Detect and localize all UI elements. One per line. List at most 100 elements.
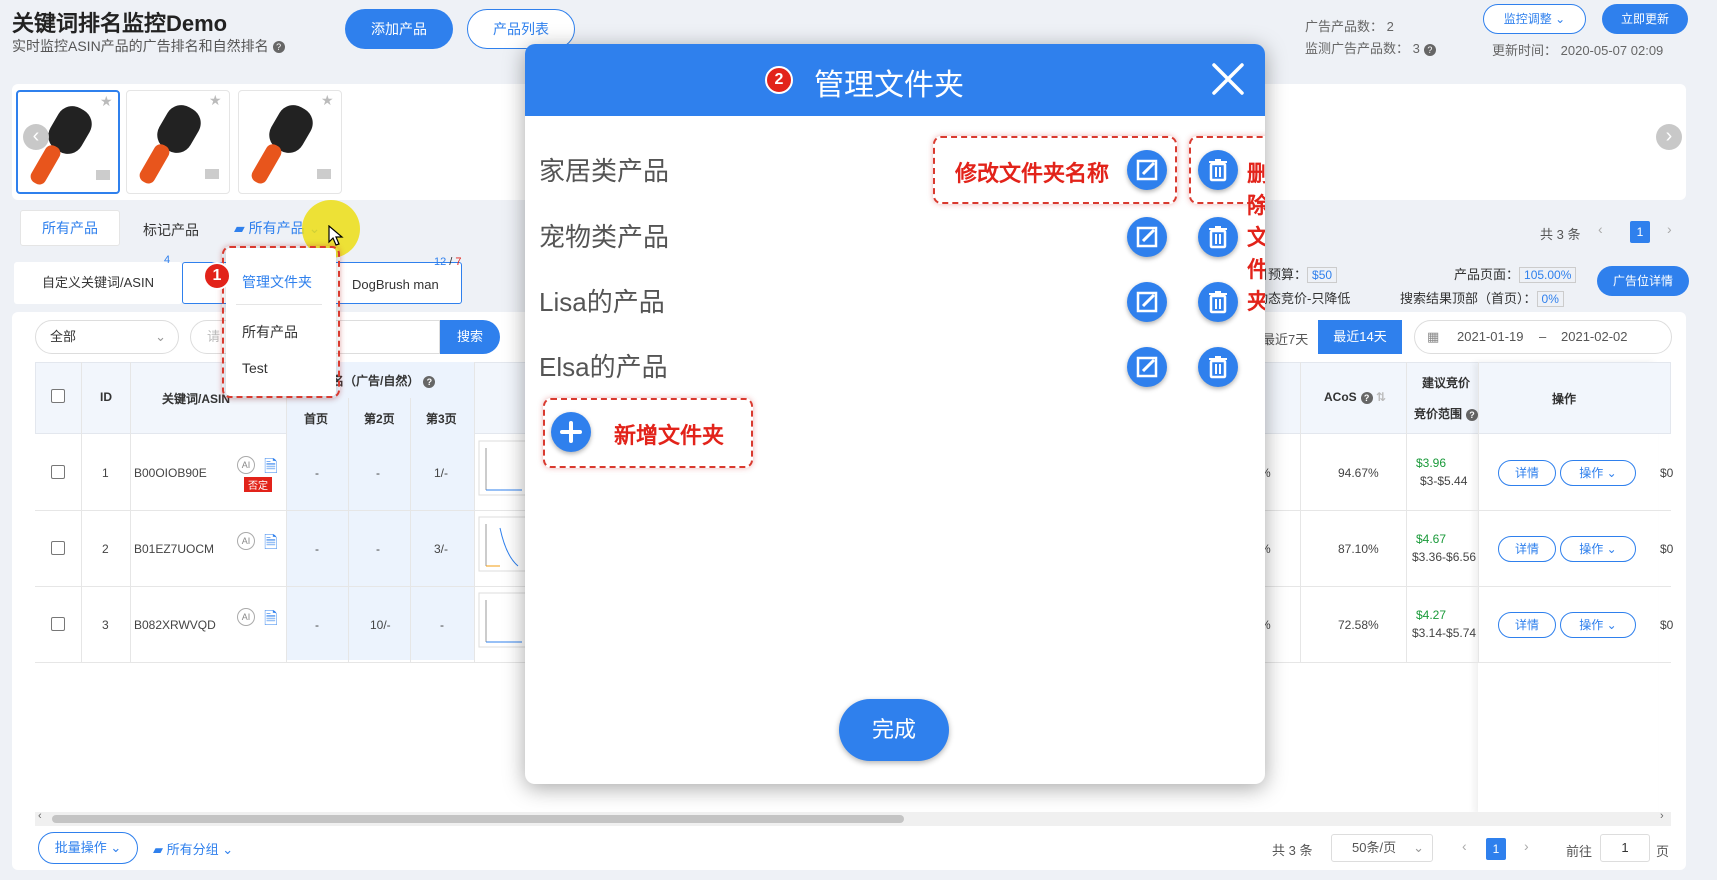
trend-sparkline: [478, 516, 528, 572]
scroll-right-icon[interactable]: ›: [1660, 810, 1664, 822]
scroll-left-icon[interactable]: ‹: [38, 810, 42, 822]
per-page-select[interactable]: 50条/页 ⌄: [1331, 834, 1433, 862]
page-suffix: 页: [1656, 844, 1670, 859]
tab-marked-products[interactable]: 标记产品: [143, 220, 199, 240]
page-next-icon[interactable]: ›: [1667, 221, 1672, 237]
row-rank-p2: -: [376, 466, 380, 480]
row-acos: 72.58%: [1338, 618, 1379, 632]
help-icon[interactable]: ?: [1360, 391, 1373, 404]
row-checkbox[interactable]: [51, 541, 65, 555]
add-product-button[interactable]: 添加产品: [345, 9, 453, 49]
page-number[interactable]: 1: [1630, 221, 1650, 243]
product-total: 共 3 条: [1540, 227, 1581, 242]
folder-icon: ▰: [234, 220, 245, 236]
svg-text:★: ★: [100, 93, 113, 109]
document-icon[interactable]: 🗎: [264, 530, 278, 559]
page-number[interactable]: 1: [1486, 838, 1506, 860]
ad-product-count: 广告产品数： 2: [1305, 19, 1394, 34]
page-title: 关键词排名监控Demo: [12, 11, 228, 36]
edit-icon: [1136, 291, 1158, 313]
add-folder-button[interactable]: [551, 412, 591, 452]
row-rank-p1: -: [315, 466, 319, 480]
range-last14[interactable]: 最近14天: [1318, 320, 1402, 354]
modal-title: 管理文件夹: [814, 69, 964, 102]
batch-ops-button[interactable]: 批量操作 ⌄: [38, 832, 138, 864]
sort-icon[interactable]: ⇅: [1376, 390, 1386, 404]
top-search-rate: 搜索结果顶部（首页）： 0%: [1400, 288, 1564, 307]
delete-folder-button[interactable]: [1198, 217, 1238, 257]
row-asin[interactable]: B082XRWVQD: [134, 618, 216, 632]
page-next-icon[interactable]: ›: [1524, 838, 1529, 854]
help-icon[interactable]: ?: [423, 375, 436, 388]
trash-icon: [1209, 356, 1227, 379]
row-checkbox[interactable]: [51, 465, 65, 479]
row-acos: 94.67%: [1338, 466, 1379, 480]
goto-page-input[interactable]: 1: [1600, 834, 1650, 862]
tab-dogbrush[interactable]: DogBrush man: [352, 277, 439, 292]
row-rank-p1: -: [315, 542, 319, 556]
fixed-column: [1478, 362, 1658, 814]
placement-detail-button[interactable]: 广告位详情: [1597, 266, 1689, 296]
filter-select[interactable]: 全部 ⌄: [35, 320, 179, 354]
delete-folder-button[interactable]: [1198, 282, 1238, 322]
update-time: 更新时间： 2020-05-07 02:09: [1492, 43, 1664, 58]
delete-folder-button[interactable]: [1198, 347, 1238, 387]
col-page1: 首页: [304, 412, 329, 426]
help-icon[interactable]: ?: [1466, 408, 1479, 421]
search-button[interactable]: 搜索: [440, 320, 500, 354]
done-button[interactable]: 完成: [839, 699, 949, 761]
update-now-button[interactable]: 立即更新: [1602, 4, 1688, 34]
row-rank-p3: 3/-: [434, 542, 449, 556]
folder-name: Elsa的产品: [539, 352, 668, 382]
row-bid-range: $3-$5.44: [1420, 474, 1468, 488]
product-page-rate: 产品页面： 105.00%: [1454, 264, 1577, 283]
tab-custom-keyword[interactable]: 自定义关键词/ASIN: [14, 262, 182, 304]
row-rank-p2: -: [376, 542, 380, 556]
product-thumb[interactable]: ★: [238, 90, 342, 194]
svg-text:★: ★: [209, 92, 222, 108]
folder-name: Lisa的产品: [539, 287, 665, 317]
col-page2: 第2页: [364, 412, 395, 426]
col-bid: 建议竞价: [1422, 376, 1471, 390]
row-ops-button[interactable]: 操作 ⌄: [1560, 612, 1636, 638]
date-range-picker[interactable]: ▦ 2021-01-19–2021-02-02: [1414, 320, 1672, 354]
rank-column-bg: [286, 362, 474, 660]
range-last7[interactable]: 最近7天: [1262, 329, 1308, 348]
row-ops-button[interactable]: 操作 ⌄: [1560, 536, 1636, 562]
help-icon[interactable]: ?: [1423, 43, 1436, 56]
scrollbar-thumb[interactable]: [52, 815, 904, 823]
row-asin[interactable]: B00OIOB90E: [134, 466, 207, 480]
detail-button[interactable]: 详情: [1498, 460, 1556, 486]
close-icon[interactable]: [1211, 62, 1245, 96]
col-bid-range: 竞价范围?: [1414, 405, 1479, 422]
page-prev-icon[interactable]: ‹: [1598, 221, 1603, 237]
detail-button[interactable]: 详情: [1498, 536, 1556, 562]
folder-icon: ▰: [153, 842, 163, 857]
carousel-prev-icon[interactable]: ‹: [23, 124, 49, 150]
rename-folder-button[interactable]: [1127, 347, 1167, 387]
carousel-next-icon[interactable]: ›: [1656, 124, 1682, 150]
row-ops-button[interactable]: 操作 ⌄: [1560, 460, 1636, 486]
row-bid: $4.27: [1416, 608, 1447, 622]
group-select[interactable]: ▰ 所有分组 ⌄: [153, 839, 233, 858]
document-icon[interactable]: 🗎: [264, 606, 278, 635]
goto-label: 前往: [1566, 844, 1593, 859]
page-prev-icon[interactable]: ‹: [1462, 838, 1467, 854]
monitor-adjust-button[interactable]: 监控调整 ⌄: [1483, 4, 1586, 34]
row-bid: $4.67: [1416, 532, 1447, 546]
ai-icon[interactable]: AI: [237, 608, 255, 626]
rename-folder-button[interactable]: [1127, 282, 1167, 322]
row-asin[interactable]: B01EZ7UOCM: [134, 542, 214, 556]
product-list-button[interactable]: 产品列表: [467, 9, 575, 49]
ai-icon[interactable]: AI: [237, 532, 255, 550]
tab-all-products[interactable]: 所有产品: [20, 210, 120, 246]
row-tail: $0: [1660, 466, 1674, 480]
row-checkbox[interactable]: [51, 617, 65, 631]
add-folder-label[interactable]: 新增文件夹: [614, 418, 724, 450]
help-icon[interactable]: ?: [272, 41, 285, 54]
rename-folder-button[interactable]: [1127, 217, 1167, 257]
product-thumb[interactable]: ★: [126, 90, 230, 194]
select-all-checkbox[interactable]: [51, 389, 65, 403]
detail-button[interactable]: 详情: [1498, 612, 1556, 638]
ai-icon[interactable]: AI: [237, 456, 255, 474]
